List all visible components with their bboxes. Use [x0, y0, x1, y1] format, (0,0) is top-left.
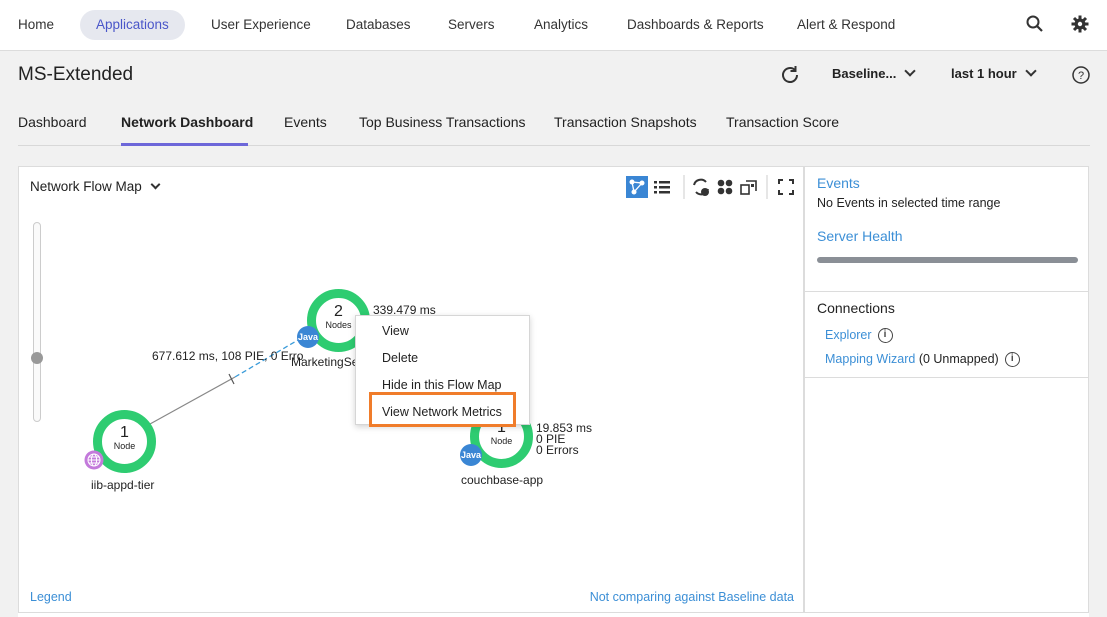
time-range-label: last 1 hour [951, 66, 1017, 81]
menu-item-view[interactable]: View [382, 324, 409, 338]
chevron-down-icon [904, 65, 916, 77]
nav-alert-respond[interactable]: Alert & Respond [797, 10, 895, 40]
events-title[interactable]: Events [817, 175, 860, 191]
tab-dashboard[interactable]: Dashboard [18, 114, 87, 130]
info-icon[interactable]: i [1004, 352, 1020, 368]
node-unit: Node [113, 441, 136, 451]
nav-user-experience[interactable]: User Experience [211, 10, 311, 40]
menu-item-hide[interactable]: Hide in this Flow Map [382, 378, 502, 392]
baseline-dropdown[interactable]: Baseline... [832, 65, 916, 81]
tab-transaction-snapshots[interactable]: Transaction Snapshots [554, 114, 697, 130]
node-label-iib: iib-appd-tier [91, 478, 155, 492]
info-icon[interactable]: i [877, 328, 893, 344]
node-metric-errors: 0 Errors [536, 443, 579, 457]
events-panel: Events No Events in selected time range [804, 166, 1089, 221]
tab-transaction-score[interactable]: Transaction Score [726, 114, 839, 130]
node-count: 1 [120, 424, 129, 441]
zoom-slider-handle[interactable] [31, 352, 43, 364]
baseline-label: Baseline... [832, 66, 897, 81]
nav-servers[interactable]: Servers [448, 10, 495, 40]
server-health-bar [817, 257, 1078, 263]
globe-icon [84, 450, 104, 470]
nav-dashboards-reports[interactable]: Dashboards & Reports [627, 10, 764, 40]
baseline-note-link[interactable]: Not comparing against Baseline data [590, 590, 794, 604]
tab-events[interactable]: Events [284, 114, 327, 130]
node-label-couchbase: couchbase-app [461, 473, 544, 487]
app-title: MS-Extended [18, 64, 134, 85]
nav-databases[interactable]: Databases [346, 10, 411, 40]
toolbar-divider [766, 175, 768, 199]
divider [805, 377, 1088, 378]
events-text: No Events in selected time range [817, 196, 1001, 210]
zoom-slider[interactable] [33, 222, 41, 422]
flow-map-title: Network Flow Map [30, 179, 142, 194]
mapping-wizard-link[interactable]: Mapping Wizard [825, 352, 915, 366]
connections-panel: Connections Explorer i Mapping Wizard (0 … [804, 291, 1089, 617]
flowmap-view-icon[interactable] [626, 176, 648, 198]
tab-top-business-transactions[interactable]: Top Business Transactions [359, 114, 526, 130]
nav-home[interactable]: Home [18, 10, 54, 40]
mapping-row: Mapping Wizard (0 Unmapped) i [825, 352, 1020, 368]
fullscreen-icon[interactable] [775, 176, 797, 198]
time-range-dropdown[interactable]: last 1 hour [951, 65, 1037, 81]
gear-icon[interactable] [1070, 14, 1090, 34]
server-health-panel: Server Health [804, 220, 1089, 292]
server-health-title[interactable]: Server Health [817, 228, 903, 244]
mapping-unmapped-count: (0 Unmapped) [918, 352, 999, 366]
highlight-box [369, 392, 516, 427]
flow-map-selector[interactable]: Network Flow Map [30, 179, 161, 194]
list-view-icon[interactable] [651, 176, 673, 198]
java-badge-icon: Java [297, 326, 319, 348]
toolbar-divider [683, 175, 685, 199]
menu-item-delete[interactable]: Delete [382, 351, 418, 365]
java-badge-icon: Java [460, 444, 482, 466]
tab-network-dashboard[interactable]: Network Dashboard [121, 114, 253, 130]
nav-applications[interactable]: Applications [80, 10, 185, 40]
explorer-row: Explorer i [825, 328, 893, 344]
group-nodes-icon[interactable] [714, 176, 736, 198]
chevron-down-icon [150, 179, 161, 190]
sync-icon[interactable] [690, 176, 712, 198]
search-icon[interactable] [1025, 14, 1045, 34]
layout-icon[interactable] [738, 176, 760, 198]
explorer-link[interactable]: Explorer [825, 328, 872, 342]
node-unit: Node [490, 436, 513, 446]
chevron-down-icon [1025, 65, 1037, 77]
bottom-panel-edge [18, 612, 1089, 617]
connections-title: Connections [817, 300, 895, 316]
edge-label: 677.612 ms, 108 PIE, 0 Errors [152, 350, 304, 362]
nav-analytics[interactable]: Analytics [534, 10, 588, 40]
svg-text:?: ? [1078, 70, 1084, 82]
legend-link[interactable]: Legend [30, 590, 72, 604]
refresh-icon[interactable] [779, 64, 801, 86]
help-icon[interactable]: ? [1071, 65, 1091, 85]
active-tab-indicator [121, 143, 248, 146]
top-nav: Home Applications User Experience Databa… [0, 0, 1107, 51]
